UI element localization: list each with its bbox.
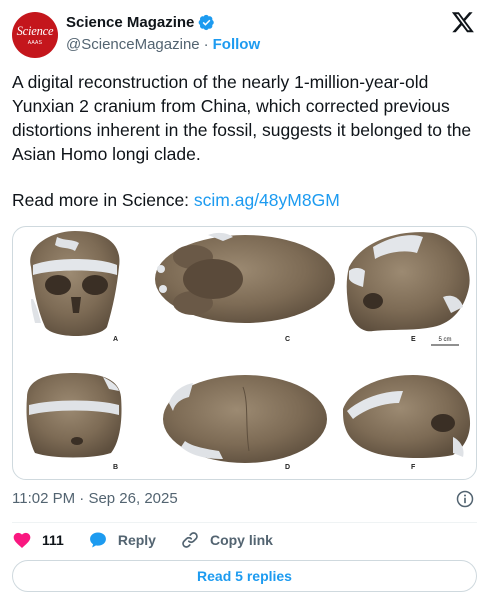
- cranium-basal-view: [155, 232, 335, 323]
- time: 11:02 PM: [12, 490, 76, 507]
- cranium-superior-view: [163, 375, 327, 463]
- cranium-lateral-view-left: [343, 375, 471, 458]
- verified-badge-icon: [199, 14, 215, 30]
- figure-label-a: A: [113, 336, 119, 343]
- heart-icon: [13, 532, 31, 548]
- action-bar: 111 Reply Copy link: [12, 526, 297, 554]
- read-more-line: Read more in Science: scim.ag/48yM8GM: [12, 188, 340, 212]
- figure-label-d: D: [285, 464, 291, 471]
- link-icon: [182, 532, 198, 548]
- timestamp[interactable]: 11:02 PM · Sep 26, 2025: [12, 490, 178, 507]
- info-icon[interactable]: [455, 489, 475, 509]
- like-button[interactable]: 111: [12, 530, 64, 550]
- follow-button[interactable]: Follow: [213, 36, 261, 53]
- tweet-text: A digital reconstruction of the nearly 1…: [12, 72, 472, 164]
- cranium-posterior-view: [26, 373, 122, 458]
- article-link[interactable]: scim.ag/48yM8GM: [194, 190, 340, 210]
- cranium-frontal-view: [30, 231, 120, 336]
- figure-label-f: F: [411, 464, 416, 471]
- cranium-figure: 5 cm: [26, 231, 471, 463]
- separator-dot: ·: [203, 35, 209, 53]
- meta-separator: ·: [79, 490, 85, 507]
- x-logo-icon[interactable]: [451, 10, 475, 34]
- cranium-lateral-view-right: [346, 232, 470, 332]
- like-count: 111: [42, 532, 64, 548]
- date: Sep 26, 2025: [88, 490, 178, 507]
- tweet-media-image[interactable]: 5 cm A C E B D F: [12, 226, 477, 480]
- author-handle-row: @ScienceMagazine · Follow: [66, 34, 260, 54]
- reply-label: Reply: [117, 532, 156, 548]
- read-more-prefix: Read more in Science:: [12, 190, 194, 210]
- author-handle[interactable]: @ScienceMagazine: [66, 36, 200, 53]
- scale-label: 5 cm: [438, 337, 451, 343]
- avatar-logo-text: Science: [16, 24, 54, 38]
- avatar[interactable]: Science AAAS: [12, 12, 58, 58]
- divider: [12, 522, 477, 523]
- author-name[interactable]: Science Magazine: [66, 14, 194, 31]
- avatar-logo-subtext: AAAS: [27, 40, 43, 46]
- copy-link-label: Copy link: [209, 532, 273, 548]
- author-name-row: Science Magazine: [66, 11, 215, 33]
- copy-link-button[interactable]: Copy link: [180, 530, 273, 550]
- tweet-card: Science AAAS Science Magazine @ScienceMa…: [0, 0, 489, 604]
- figure-label-b: B: [113, 464, 119, 471]
- figure-label-c: C: [285, 336, 291, 343]
- read-replies-button[interactable]: Read 5 replies: [12, 560, 477, 592]
- reply-button[interactable]: Reply: [88, 530, 156, 550]
- figure-label-e: E: [411, 336, 416, 343]
- reply-bubble-icon: [89, 532, 106, 548]
